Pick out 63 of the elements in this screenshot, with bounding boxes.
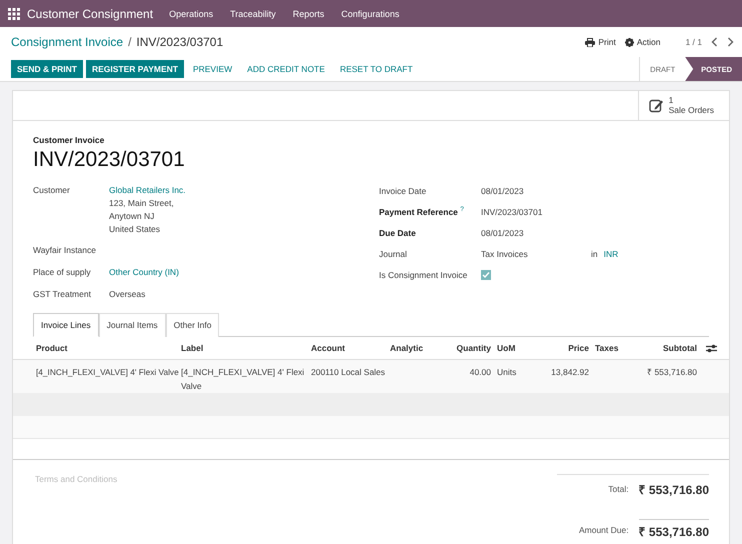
invoice-type-label: Customer Invoice (33, 135, 106, 145)
pager-counter: 1 / 1 (685, 37, 702, 47)
help-tooltip[interactable]: ? (460, 206, 464, 214)
field-label: Place of supply (33, 267, 92, 278)
total-amount: ₹ 553,716.80 (638, 482, 709, 498)
breadcrumb-current: INV/2023/03701 (136, 35, 224, 49)
tab[interactable]: Other Info (166, 313, 220, 337)
column-header[interactable]: Product (36, 343, 181, 353)
table-cell-text: 200110 Local Sales (311, 366, 386, 379)
field-value: Tax Invoices (481, 248, 529, 258)
breadcrumb-link[interactable]: Consignment Invoice (11, 35, 124, 49)
action-button[interactable]: PREVIEW (186, 60, 238, 78)
menu-item[interactable]: Operations (169, 8, 214, 18)
field-label: Is Consignment Invoice (379, 270, 468, 280)
column-header[interactable]: Price (537, 343, 589, 353)
field-label: Due Date (379, 228, 416, 238)
menu-item[interactable]: Configurations (341, 8, 400, 18)
total-label: Total: (608, 484, 629, 494)
table-cell-text: 40.00 (468, 366, 491, 379)
action-button[interactable]: REGISTER PAYMENT (86, 60, 184, 78)
field-value: INV/2023/03701 (481, 206, 542, 216)
address-line: Anytown NJ (109, 211, 156, 221)
table-cell-text: Units (496, 366, 518, 379)
column-header[interactable]: Quantity (438, 343, 491, 353)
table-cell-text: [4_INCH_FLEXI_VALVE] 4' Flexi Valve (181, 366, 306, 393)
action-button[interactable]: SEND & PRINT (11, 60, 83, 78)
print-button[interactable]: Print (585, 37, 616, 47)
field-label: Invoice Date (379, 186, 426, 196)
field-label: GST Treatment (33, 289, 92, 300)
column-header[interactable]: Subtotal (631, 343, 697, 353)
field-label: Journal (379, 248, 407, 258)
table-cell-text: [4_INCH_FLEXI_VALVE] 4' Flexi Valve (36, 366, 180, 379)
column-header[interactable]: Analytic (390, 343, 438, 353)
currency-prefix: in (591, 248, 598, 258)
currency-link[interactable]: INR (604, 248, 618, 258)
table-cell-text: 13,842.92 (550, 366, 589, 379)
column-header[interactable]: UoM (491, 343, 537, 353)
tab[interactable]: Journal Items (98, 313, 166, 337)
field-link[interactable]: Global Retailers Inc. (109, 185, 186, 195)
field-label: Payment Reference (379, 206, 458, 217)
action-button[interactable]: ADD CREDIT NOTE (241, 60, 331, 78)
column-header[interactable]: Taxes (589, 343, 631, 353)
app-name[interactable]: Customer Consignment (27, 6, 154, 20)
action-button[interactable]: Action (624, 37, 660, 47)
amount-due-label: Amount Due: (578, 524, 629, 534)
address-line: 123, Main Street, (109, 198, 175, 208)
amount-due-value: ₹ 553,716.80 (638, 519, 709, 540)
breadcrumb-separator: / (128, 35, 132, 49)
tab[interactable]: Invoice Lines (33, 313, 99, 337)
field-link[interactable]: Other Country (IN) (109, 267, 179, 277)
field-label: Customer (33, 185, 71, 197)
column-header[interactable]: Label (181, 343, 311, 353)
action-button[interactable]: RESET TO DRAFT (334, 60, 419, 78)
menu-item[interactable]: Reports (292, 8, 324, 18)
menu-item[interactable]: Traceability (230, 8, 276, 18)
field-value: Overseas (109, 289, 146, 299)
field-value: 08/01/2023 (481, 186, 524, 196)
address-line: United States (109, 224, 162, 234)
field-value: 08/01/2023 (481, 228, 524, 238)
column-header[interactable]: Account (311, 343, 390, 353)
invoice-number: INV/2023/03701 (33, 148, 186, 172)
field-label: Wayfair Instance (33, 245, 97, 256)
table-cell-text: ₹ 553,716.80 (646, 366, 697, 379)
